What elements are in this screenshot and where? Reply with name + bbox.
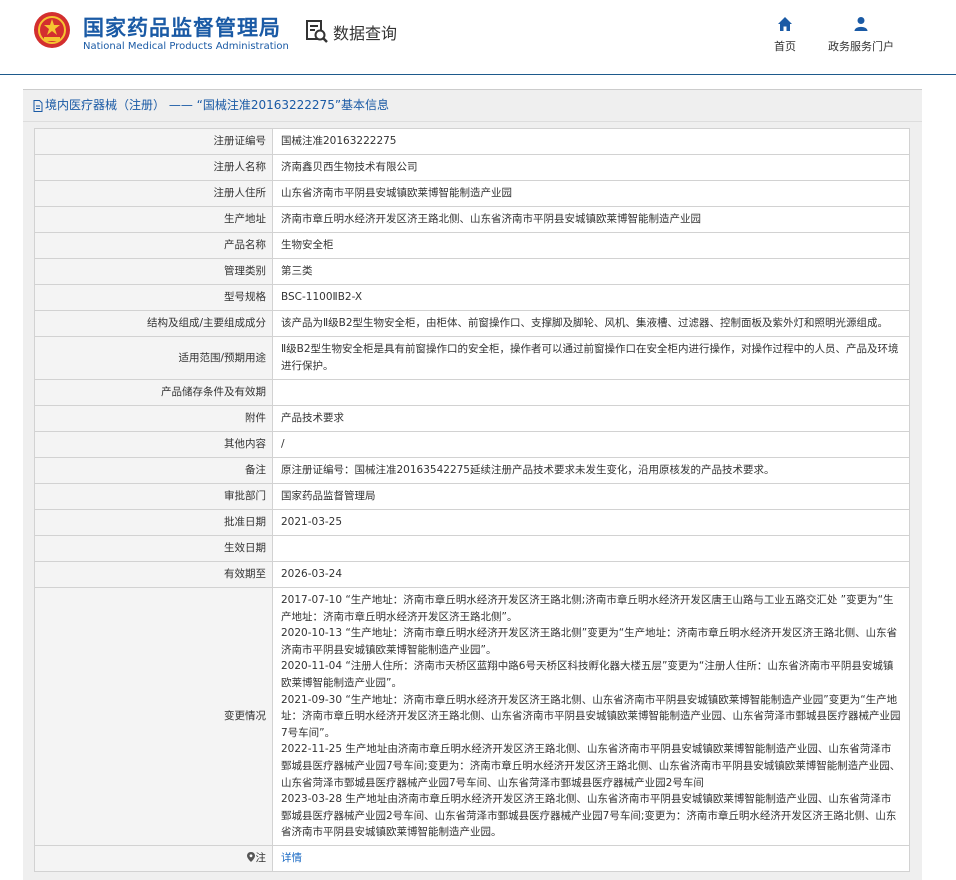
table-row: 注册人名称 济南鑫贝西生物技术有限公司: [34, 154, 910, 181]
nav-home-label: 首页: [774, 40, 796, 53]
note-label: 注: [255, 851, 267, 864]
table-row: 批准日期 2021-03-25: [34, 509, 910, 536]
panel-title: 境内医疗器械（注册） —— “国械注准20163222275”基本信息: [23, 90, 922, 122]
table-row: 适用范围/预期用途 Ⅱ级B2型生物安全柜是具有前窗操作口的安全柜，操作者可以通过前…: [34, 336, 910, 380]
table-row: 审批部门 国家药品监督管理局: [34, 483, 910, 510]
table-row: 备注 原注册证编号：国械注准20163542275延续注册产品技术要求未发生变化，…: [34, 457, 910, 484]
nav-gov-service[interactable]: 政务服务门户: [826, 16, 896, 54]
field-label: 其他内容: [34, 431, 273, 458]
detail-panel: 境内医疗器械（注册） —— “国械注准20163222275”基本信息 注册证编…: [23, 89, 922, 880]
change-entry: 2021-09-30 “生产地址：济南市章丘明水经济开发区济王路北侧、山东省济南…: [281, 693, 901, 739]
field-value: [272, 535, 910, 562]
agency-name-cn[interactable]: 国家药品监督管理局: [83, 12, 281, 42]
home-icon: [778, 17, 792, 31]
nav-gov-service-label: 政务服务门户: [828, 40, 894, 53]
field-label: 生效日期: [34, 535, 273, 562]
location-pin-icon: [246, 851, 255, 862]
field-value: 山东省济南市平阴县安城镇欧莱博智能制造产业园: [272, 180, 910, 207]
change-entry: 2020-11-04 “注册人住所：济南市天桥区蓝翔中路6号天桥区科技孵化器大楼…: [281, 660, 894, 689]
field-label: 生产地址: [34, 206, 273, 233]
document-icon: [33, 99, 43, 112]
field-value: /: [272, 431, 910, 458]
field-label: 注册人住所: [34, 180, 273, 207]
field-value: 2026-03-24: [272, 561, 910, 588]
field-value: 济南市章丘明水经济开发区济王路北侧、山东省济南市平阴县安城镇欧莱博智能制造产业园: [272, 206, 910, 233]
field-value: 原注册证编号：国械注准20163542275延续注册产品技术要求未发生变化，沿用…: [272, 457, 910, 484]
field-label: 附件: [34, 405, 273, 432]
field-value: 第三类: [272, 258, 910, 285]
field-label: 适用范围/预期用途: [34, 336, 273, 380]
national-emblem-logo[interactable]: [33, 11, 71, 49]
field-value: [272, 379, 910, 406]
data-query-title[interactable]: 数据查询: [305, 20, 397, 44]
field-value: Ⅱ级B2型生物安全柜是具有前窗操作口的安全柜，操作者可以通过前窗操作口在安全柜内…: [272, 336, 910, 380]
table-row: 结构及组成/主要组成成分 该产品为Ⅱ级B2型生物安全柜，由柜体、前窗操作口、支撑脚…: [34, 310, 910, 337]
info-table: 注册证编号 国械注准20163222275 注册人名称 济南鑫贝西生物技术有限公司 注册…: [34, 128, 910, 872]
field-label: 注: [34, 844, 273, 872]
change-history: 2017-07-10 “生产地址：济南市章丘明水经济开发区济王路北侧;济南市章丘…: [272, 587, 910, 846]
user-icon: [854, 17, 868, 31]
data-query-label: 数据查询: [333, 24, 398, 43]
panel-title-text: 境内医疗器械（注册） —— “国械注准20163222275”基本信息: [45, 98, 390, 112]
field-label: 产品名称: [34, 232, 273, 259]
field-label: 注册证编号: [34, 128, 273, 155]
table-row: 管理类别 第三类: [34, 258, 910, 285]
field-value: 国械注准20163222275: [272, 128, 910, 155]
table-row: 附件 产品技术要求: [34, 405, 910, 432]
table-row: 注册证编号 国械注准20163222275: [34, 128, 910, 155]
table-row-note: 注 详情: [34, 844, 910, 872]
field-label: 有效期至: [34, 561, 273, 588]
field-label: 产品储存条件及有效期: [34, 379, 273, 406]
field-label: 变更情况: [34, 587, 273, 846]
details-link[interactable]: 详情: [281, 852, 302, 864]
table-row-changes: 变更情况 2017-07-10 “生产地址：济南市章丘明水经济开发区济王路北侧;济…: [34, 587, 910, 846]
change-entry: 2022-11-25 生产地址由济南市章丘明水经济开发区济王路北侧、山东省济南市…: [281, 743, 901, 789]
field-label: 批准日期: [34, 509, 273, 536]
field-label: 注册人名称: [34, 154, 273, 181]
field-label: 型号规格: [34, 284, 273, 311]
field-label: 备注: [34, 457, 273, 484]
table-row: 其他内容 /: [34, 431, 910, 458]
field-value: 济南鑫贝西生物技术有限公司: [272, 154, 910, 181]
field-value: 国家药品监督管理局: [272, 483, 910, 510]
field-value: 产品技术要求: [272, 405, 910, 432]
field-value: BSC-1100ⅡB2-X: [272, 284, 910, 311]
table-row: 生产地址 济南市章丘明水经济开发区济王路北侧、山东省济南市平阴县安城镇欧莱博智能制…: [34, 206, 910, 233]
table-row: 有效期至 2026-03-24: [34, 561, 910, 588]
field-value: 生物安全柜: [272, 232, 910, 259]
table-row: 型号规格 BSC-1100ⅡB2-X: [34, 284, 910, 311]
table-row: 产品名称 生物安全柜: [34, 232, 910, 259]
table-row: 生效日期: [34, 535, 910, 562]
agency-name-en[interactable]: National Medical Products Administration: [83, 41, 289, 52]
field-value: 该产品为Ⅱ级B2型生物安全柜，由柜体、前窗操作口、支撑脚及脚轮、风机、集液槽、过…: [272, 310, 910, 337]
change-entry: 2017-07-10 “生产地址：济南市章丘明水经济开发区济王路北侧;济南市章丘…: [281, 594, 894, 623]
table-row: 注册人住所 山东省济南市平阴县安城镇欧莱博智能制造产业园: [34, 180, 910, 207]
field-label: 结构及组成/主要组成成分: [34, 310, 273, 337]
change-entry: 2023-03-28 生产地址由济南市章丘明水经济开发区济王路北侧、山东省济南市…: [281, 793, 897, 839]
nav-home[interactable]: 首页: [770, 16, 800, 54]
change-entry: 2020-10-13 “生产地址：济南市章丘明水经济开发区济王路北侧”变更为“生…: [281, 627, 898, 656]
site-header: 国家药品监督管理局 National Medical Products Admi…: [0, 0, 956, 75]
field-value: 2021-03-25: [272, 509, 910, 536]
field-value: 详情: [272, 844, 910, 872]
field-label: 审批部门: [34, 483, 273, 510]
field-label: 管理类别: [34, 258, 273, 285]
table-row: 产品储存条件及有效期: [34, 379, 910, 406]
search-document-icon: [306, 20, 328, 43]
